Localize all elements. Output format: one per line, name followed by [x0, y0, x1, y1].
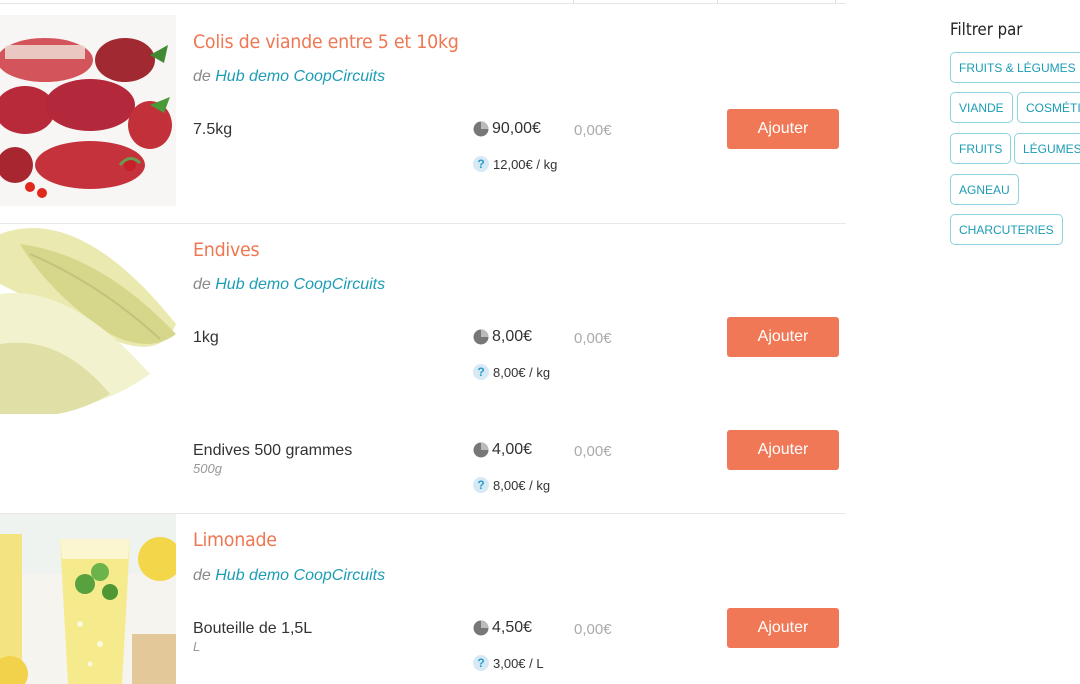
producer-prefix: de	[193, 567, 211, 584]
filter-tag[interactable]: FRUITS & LÉGUMES	[950, 52, 1080, 83]
filter-tag[interactable]: LÉGUMES	[1014, 133, 1080, 164]
price-value: 8,00€	[492, 328, 533, 345]
producer-line: de Hub demo CoopCircuits	[193, 567, 385, 585]
unit-price: ? 8,00€ / kg	[473, 477, 550, 493]
unit-price-value: 3,00€ / L	[493, 655, 544, 671]
producer-line: de Hub demo CoopCircuits	[193, 276, 385, 294]
pie-chart-icon[interactable]	[473, 329, 489, 345]
quantity-total: 0,00€	[574, 330, 612, 347]
question-mark-icon[interactable]: ?	[473, 477, 489, 493]
variant-price: 90,00€	[473, 120, 541, 138]
variant-subtitle: 500g	[193, 461, 222, 476]
variant-name: Bouteille de 1,5L	[193, 620, 313, 637]
variant-name: 1kg	[193, 329, 219, 346]
add-to-cart-button[interactable]: Ajouter	[727, 608, 839, 648]
producer-prefix: de	[193, 276, 211, 293]
variant-subtitle: L	[193, 639, 201, 654]
producer-line: de Hub demo CoopCircuits	[193, 68, 385, 86]
price-value: 4,50€	[492, 619, 533, 636]
filter-tag[interactable]: CHARCUTERIES	[950, 214, 1063, 245]
product-image-endives[interactable]	[0, 224, 176, 414]
variant-price: 4,00€	[473, 441, 532, 459]
producer-link[interactable]: Hub demo CoopCircuits	[215, 567, 385, 584]
producer-link[interactable]: Hub demo CoopCircuits	[215, 276, 385, 293]
quantity-total: 0,00€	[574, 621, 612, 638]
product-image-meat[interactable]	[0, 15, 176, 206]
unit-price-value: 8,00€ / kg	[493, 364, 551, 380]
unit-price-value: 12,00€ / kg	[493, 156, 558, 172]
add-to-cart-button[interactable]: Ajouter	[727, 109, 839, 149]
filter-tag[interactable]: VIANDE	[950, 92, 1013, 123]
quantity-total: 0,00€	[574, 443, 612, 460]
price-value: 4,00€	[492, 441, 533, 458]
pie-chart-icon[interactable]	[473, 121, 489, 137]
unit-price: ? 8,00€ / kg	[473, 364, 550, 380]
add-to-cart-button[interactable]: Ajouter	[727, 317, 839, 357]
pie-chart-icon[interactable]	[473, 442, 489, 458]
product-title[interactable]: Colis de viande entre 5 et 10kg	[193, 31, 459, 53]
filter-tag[interactable]: COSMÉTIQUES	[1017, 92, 1080, 123]
price-value: 90,00€	[492, 120, 541, 137]
product-title[interactable]: Endives	[193, 239, 260, 261]
filter-tag[interactable]: FRUITS	[950, 133, 1012, 164]
producer-prefix: de	[193, 68, 211, 85]
unit-price: ? 12,00€ / kg	[473, 156, 557, 172]
variant-name: Endives 500 grammes	[193, 442, 353, 459]
product-image-lemonade[interactable]	[0, 514, 176, 684]
variant-name: 7.5kg	[193, 121, 233, 138]
variant-price: 8,00€	[473, 328, 532, 346]
product-row: Limonade de Hub demo CoopCircuits Boutei…	[0, 514, 846, 684]
filter-tag[interactable]: AGNEAU	[950, 174, 1019, 205]
producer-link[interactable]: Hub demo CoopCircuits	[215, 68, 385, 85]
question-mark-icon[interactable]: ?	[473, 655, 489, 671]
question-mark-icon[interactable]: ?	[473, 156, 489, 172]
question-mark-icon[interactable]: ?	[473, 364, 489, 380]
filter-title: Filtrer par	[950, 20, 1023, 40]
add-to-cart-button[interactable]: Ajouter	[727, 430, 839, 470]
product-row: Colis de viande entre 5 et 10kg de Hub d…	[0, 4, 846, 224]
pie-chart-icon[interactable]	[473, 620, 489, 636]
quantity-total: 0,00€	[574, 122, 612, 139]
product-title[interactable]: Limonade	[193, 529, 277, 551]
unit-price: ? 3,00€ / L	[473, 655, 544, 671]
product-row: Endives de Hub demo CoopCircuits 1kg 8,0…	[0, 224, 846, 514]
variant-price: 4,50€	[473, 619, 532, 637]
unit-price-value: 8,00€ / kg	[493, 477, 551, 493]
